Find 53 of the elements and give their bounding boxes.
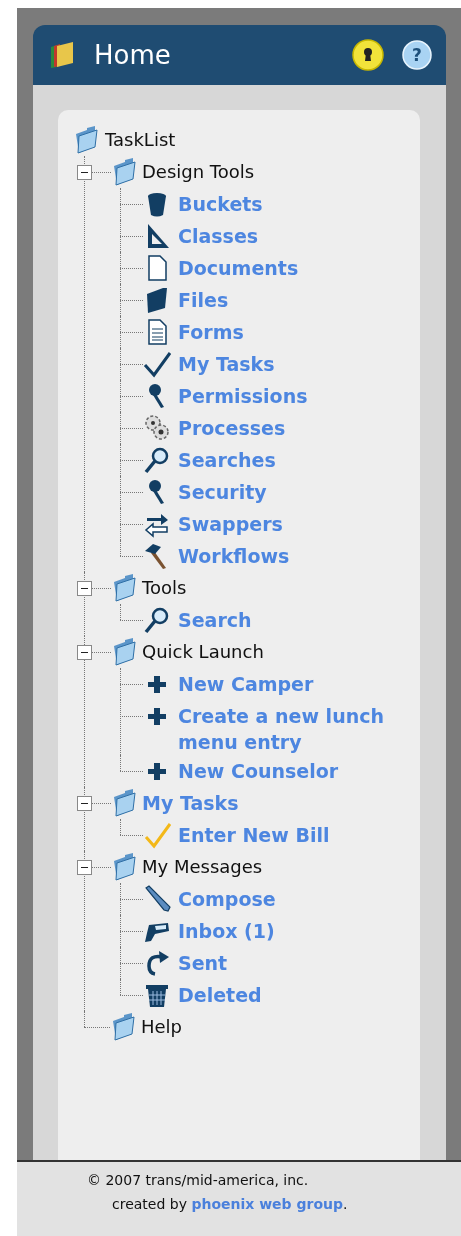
copyright-text: © 2007 trans/mid-america, inc.	[87, 1172, 310, 1188]
tree-link[interactable]: Workflows	[178, 540, 290, 569]
tree-folder-label[interactable]: Help	[141, 1011, 183, 1040]
tree-link[interactable]: Security	[178, 476, 267, 505]
tree-link[interactable]: My Tasks	[142, 787, 239, 816]
tree-link[interactable]: Inbox (1)	[178, 915, 275, 944]
tree-link[interactable]: Sent	[178, 947, 228, 976]
tree-link[interactable]: New Camper	[178, 668, 314, 697]
tree-link[interactable]: Deleted	[178, 979, 262, 1008]
tree-folder-label[interactable]: Design Tools	[142, 156, 255, 185]
collapse-toggle[interactable]	[77, 645, 92, 660]
credit-link[interactable]: phoenix web group	[191, 1196, 344, 1212]
gears-icon	[143, 414, 171, 442]
collapse-toggle[interactable]	[77, 581, 92, 596]
lock-icon[interactable]	[352, 39, 384, 71]
collapse-toggle[interactable]	[77, 165, 92, 180]
folder-icon	[73, 126, 101, 154]
collapse-toggle[interactable]	[77, 796, 92, 811]
books-icon	[48, 41, 76, 69]
tree-link[interactable]: Searches	[178, 444, 276, 473]
tree-link[interactable]: Search	[178, 604, 252, 633]
tree-link[interactable]: Forms	[178, 316, 244, 345]
tree-link[interactable]: Enter New Bill	[178, 819, 330, 848]
tree-folder-label[interactable]: TaskList	[105, 124, 176, 153]
tree-link[interactable]: Files	[178, 284, 229, 313]
folder-icon	[111, 638, 139, 666]
window-title: Home	[94, 40, 172, 70]
tree-link[interactable]: My Tasks	[178, 348, 275, 377]
folder-icon	[110, 1013, 138, 1041]
help-button[interactable]: ?	[402, 40, 432, 70]
tree-folder-label[interactable]: Quick Launch	[142, 636, 264, 665]
tree-link[interactable]: Permissions	[178, 380, 308, 409]
folder-icon	[111, 853, 139, 881]
folder-icon	[111, 789, 139, 817]
collapse-toggle[interactable]	[77, 860, 92, 875]
tree-folder-label[interactable]: My Messages	[142, 851, 263, 880]
tree-link[interactable]: New Counselor	[178, 755, 339, 784]
folder-icon	[111, 158, 139, 186]
tree-folder-label[interactable]: Tools	[142, 572, 187, 601]
credit-text: created by phoenix web group.	[111, 1196, 349, 1212]
search-icon	[143, 606, 171, 634]
tree-link[interactable]: Create a new lunch menu entry	[178, 700, 410, 755]
folder-icon	[111, 574, 139, 602]
search-icon	[143, 446, 171, 474]
pencil-icon	[143, 885, 171, 913]
checkmark-icon	[143, 821, 171, 849]
tree-link[interactable]: Buckets	[178, 188, 263, 217]
tree-link[interactable]: Documents	[178, 252, 299, 281]
checkmark-icon	[143, 350, 171, 378]
tree-link[interactable]: Classes	[178, 220, 259, 249]
tree-link[interactable]: Processes	[178, 412, 286, 441]
tree-link[interactable]: Swappers	[178, 508, 283, 537]
tree-link[interactable]: Compose	[178, 883, 276, 912]
